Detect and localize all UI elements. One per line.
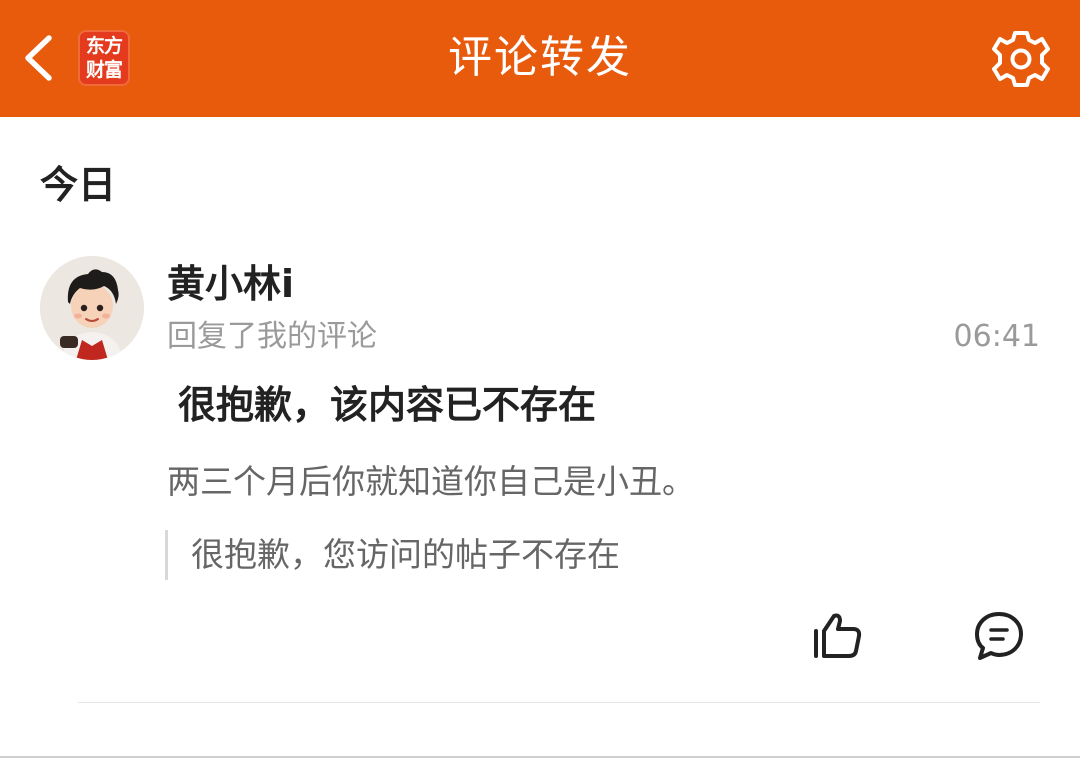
page-title: 评论转发: [448, 32, 632, 83]
section-date-header: 今日: [40, 163, 117, 207]
thumbs-up-icon: [814, 613, 862, 658]
divider: [78, 702, 1040, 703]
top-bar: 东方 财富 评论转发: [0, 0, 1080, 117]
quoted-text: 很抱歉，您访问的帖子不存在: [191, 535, 620, 574]
comment-icon: [975, 612, 1023, 660]
deleted-content-title[interactable]: 很抱歉，该内容已不存在: [178, 378, 596, 432]
like-button[interactable]: [808, 608, 866, 664]
gear-icon: [992, 31, 1050, 87]
avatar[interactable]: [40, 256, 144, 360]
settings-button[interactable]: [988, 26, 1054, 92]
reply-text[interactable]: 两三个月后你就知道你自己是小丑。: [167, 458, 695, 506]
quoted-comment[interactable]: 很抱歉，您访问的帖子不存在: [165, 530, 1035, 580]
timestamp: 06:41: [953, 319, 1040, 354]
avatar-image: [40, 256, 144, 360]
comment-button[interactable]: [970, 608, 1028, 664]
username[interactable]: 黄小林i: [167, 258, 294, 310]
notification-action: 回复了我的评论: [167, 319, 377, 354]
